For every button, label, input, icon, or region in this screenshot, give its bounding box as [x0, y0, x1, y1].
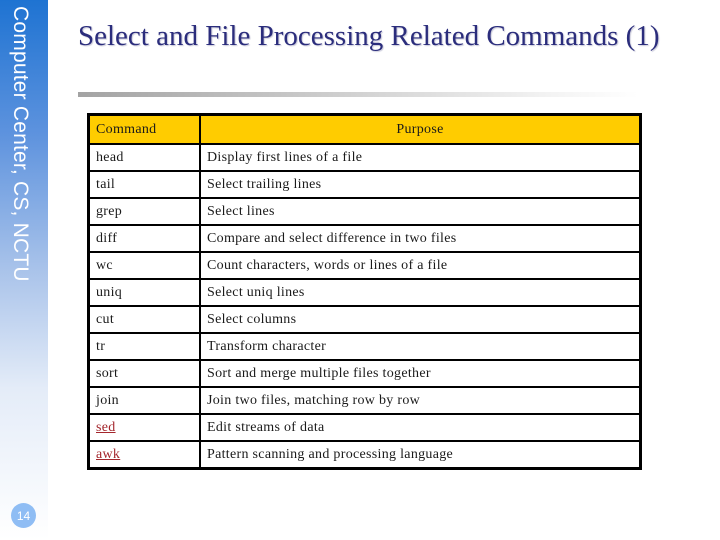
command-name: head — [96, 149, 124, 165]
command-link-awk[interactable]: awk — [96, 447, 120, 462]
table-row: tr Transform character — [87, 332, 642, 361]
purpose-cell: Select columns — [199, 305, 642, 334]
title-divider — [78, 92, 638, 97]
command-cell: uniq — [87, 278, 201, 307]
command-cell: head — [87, 143, 201, 172]
command-name: uniq — [96, 284, 123, 300]
table-row: wc Count characters, words or lines of a … — [87, 251, 642, 280]
command-name: tr — [96, 338, 106, 354]
table-row: join Join two files, matching row by row — [87, 386, 642, 415]
table-row: head Display first lines of a file — [87, 143, 642, 172]
table-header-row: Command Purpose — [87, 113, 642, 145]
commands-table: Command Purpose head Display first lines … — [87, 113, 642, 470]
command-cell: diff — [87, 224, 201, 253]
command-cell: sed — [87, 413, 201, 442]
purpose-cell: Display first lines of a file — [199, 143, 642, 172]
slide-title: Select and File Processing Related Comma… — [78, 20, 660, 52]
command-name: tail — [96, 176, 116, 192]
sidebar-label: Computer Center, CS, NCTU — [9, 6, 32, 282]
command-cell: join — [87, 386, 201, 415]
table-row: awk Pattern scanning and processing langu… — [87, 440, 642, 470]
command-link-sed[interactable]: sed — [96, 420, 116, 435]
purpose-cell: Pattern scanning and processing language — [199, 440, 642, 470]
command-name: diff — [96, 230, 118, 246]
table-row: grep Select lines — [87, 197, 642, 226]
table-row: diff Compare and select difference in two… — [87, 224, 642, 253]
command-cell: tail — [87, 170, 201, 199]
command-cell: tr — [87, 332, 201, 361]
table-row: uniq Select uniq lines — [87, 278, 642, 307]
command-cell: cut — [87, 305, 201, 334]
table-row: cut Select columns — [87, 305, 642, 334]
table-row: sort Sort and merge multiple files togeth… — [87, 359, 642, 388]
purpose-cell: Transform character — [199, 332, 642, 361]
command-cell: grep — [87, 197, 201, 226]
purpose-cell: Count characters, words or lines of a fi… — [199, 251, 642, 280]
purpose-cell: Select uniq lines — [199, 278, 642, 307]
command-name: join — [96, 392, 119, 408]
page-number-badge: 14 — [11, 503, 36, 528]
header-command: Command — [87, 113, 201, 145]
sidebar: Computer Center, CS, NCTU 14 — [0, 0, 48, 540]
purpose-cell: Select trailing lines — [199, 170, 642, 199]
table-row: tail Select trailing lines — [87, 170, 642, 199]
command-name: grep — [96, 203, 123, 219]
command-cell: wc — [87, 251, 201, 280]
header-purpose: Purpose — [199, 113, 642, 145]
table-row: sed Edit streams of data — [87, 413, 642, 442]
purpose-cell: Edit streams of data — [199, 413, 642, 442]
command-name: wc — [96, 257, 113, 273]
purpose-cell: Select lines — [199, 197, 642, 226]
purpose-cell: Sort and merge multiple files together — [199, 359, 642, 388]
command-cell: sort — [87, 359, 201, 388]
command-cell: awk — [87, 440, 201, 470]
command-name: sort — [96, 365, 119, 381]
purpose-cell: Join two files, matching row by row — [199, 386, 642, 415]
command-name: cut — [96, 311, 115, 327]
purpose-cell: Compare and select difference in two fil… — [199, 224, 642, 253]
